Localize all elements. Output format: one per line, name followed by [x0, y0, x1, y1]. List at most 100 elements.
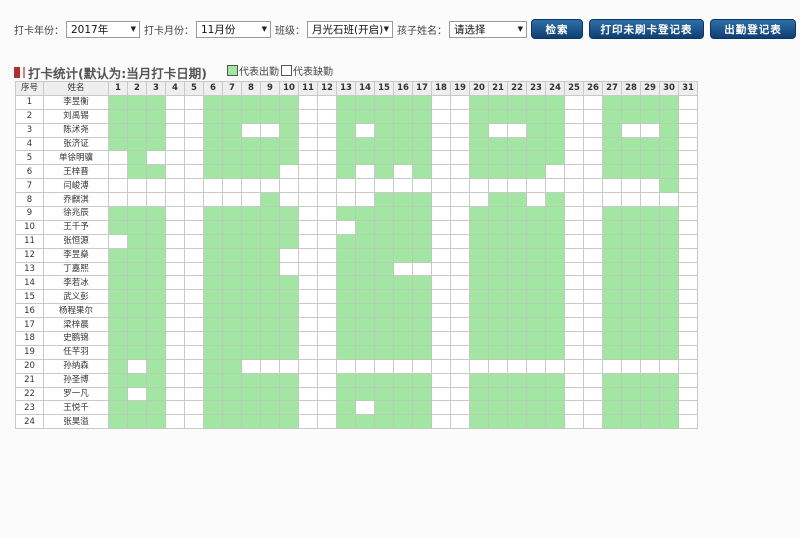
attendance-cell-present	[127, 400, 147, 416]
attendance-cell-absent	[317, 261, 337, 277]
attendance-cell-absent	[146, 150, 166, 166]
attendance-cell-present	[146, 122, 166, 138]
attendance-cell-present	[203, 414, 223, 430]
month-select-value: 11月份	[201, 23, 236, 36]
attendance-cell-present	[260, 400, 280, 416]
attendance-cell-present	[241, 372, 261, 388]
attendance-cell-absent	[184, 414, 204, 430]
class-select[interactable]: 月光石班(开启) ▼	[307, 20, 393, 38]
attendance-cell-absent	[165, 275, 185, 291]
attendance-cell-absent	[431, 400, 451, 416]
attendance-cell-absent	[678, 289, 698, 305]
attendance-cell-absent	[431, 233, 451, 249]
attendance-cell-present	[640, 206, 660, 221]
attendance-cell-absent	[431, 164, 451, 180]
attendance-cell-absent	[298, 331, 318, 346]
attendance-cell-absent	[564, 108, 584, 124]
attendance-cell-present	[602, 247, 622, 263]
attendance-cell-present	[279, 344, 299, 360]
legend-present-label: 代表出勤	[239, 66, 279, 78]
attendance-cell-absent	[108, 150, 128, 166]
attendance-cell-absent	[184, 94, 204, 110]
attendance-cell-present	[393, 150, 413, 166]
child-select[interactable]: 请选择 ▼	[449, 20, 527, 38]
attendance-cell-present	[602, 414, 622, 430]
attendance-cell-present	[602, 164, 622, 180]
attendance-cell-absent	[298, 136, 318, 152]
search-button[interactable]: 检索	[531, 19, 583, 39]
attendance-cell-present	[336, 247, 356, 263]
attendance-cell-absent	[564, 233, 584, 249]
attendance-cell-present	[127, 206, 147, 221]
attendance-cell-present	[545, 344, 565, 360]
attendance-cell-present	[393, 136, 413, 152]
attendance-cell-present	[241, 275, 261, 291]
attendance-cell-absent	[298, 178, 318, 194]
attendance-cell-absent	[621, 192, 641, 208]
attendance-cell-absent	[545, 178, 565, 194]
attendance-cell-present	[507, 150, 527, 166]
attendance-cell-present	[241, 150, 261, 166]
attendance-cell-present	[108, 358, 128, 374]
year-select[interactable]: 2017年 ▼	[66, 20, 140, 38]
attendance-cell-absent	[640, 178, 660, 194]
attendance-cell-absent	[583, 150, 603, 166]
attendance-cell-present	[621, 400, 641, 416]
attendance-cell-absent	[488, 178, 508, 194]
attendance-cell-present	[488, 136, 508, 152]
attendance-cell-present	[602, 122, 622, 138]
row-name: 乔麒淇	[43, 192, 109, 208]
row-index: 4	[15, 136, 44, 152]
attendance-cell-present	[241, 206, 261, 221]
row-index: 7	[15, 178, 44, 194]
attendance-cell-present	[203, 219, 223, 235]
month-select[interactable]: 11月份 ▼	[196, 20, 271, 38]
attendance-cell-present	[222, 400, 242, 416]
attendance-cell-present	[146, 414, 166, 430]
attendance-cell-present	[374, 150, 394, 166]
attendance-cell-present	[127, 247, 147, 263]
attendance-cell-absent	[317, 400, 337, 416]
attendance-cell-present	[412, 108, 432, 124]
attendance-cell-present	[621, 386, 641, 402]
attendance-cell-absent	[602, 358, 622, 374]
attendance-cell-present	[469, 303, 489, 319]
row-name: 陈沭尧	[43, 122, 109, 138]
print-unswiped-button[interactable]: 打印未刷卡登记表	[589, 19, 704, 39]
attendance-cell-present	[203, 289, 223, 305]
attendance-cell-absent	[127, 192, 147, 208]
attendance-cell-absent	[184, 108, 204, 124]
section-title-text: 打卡统计(默认为:当月打卡日期)	[28, 65, 207, 81]
attendance-cell-absent	[450, 219, 470, 235]
attendance-cell-absent	[450, 289, 470, 305]
row-name: 闫峻溥	[43, 178, 109, 194]
attendance-cell-absent	[564, 247, 584, 263]
attendance-cell-absent	[222, 178, 242, 194]
attendance-cell-absent	[583, 317, 603, 333]
attendance-cell-present	[488, 344, 508, 360]
attendance-cell-present	[355, 108, 375, 124]
attendance-cell-absent	[298, 303, 318, 319]
attendance-cell-absent	[583, 303, 603, 319]
header-day: 21	[488, 81, 508, 96]
attendance-cell-present	[526, 219, 546, 235]
attendance-cell-present	[222, 150, 242, 166]
attendance-cell-present	[127, 233, 147, 249]
table-row: 12 李昱燊	[15, 247, 698, 263]
attendance-cell-present	[621, 233, 641, 249]
attendance-cell-present	[526, 303, 546, 319]
attendance-cell-present	[659, 386, 679, 402]
attendance-cell-absent	[450, 247, 470, 263]
attendance-cell-present	[469, 275, 489, 291]
attendance-cell-absent	[583, 164, 603, 180]
attendance-cell-present	[241, 331, 261, 346]
attendance-cell-present	[507, 164, 527, 180]
attendance-cell-absent	[165, 261, 185, 277]
attendance-cell-present	[108, 275, 128, 291]
attendance-cell-present	[621, 275, 641, 291]
attendance-cell-present	[222, 219, 242, 235]
row-index: 9	[15, 206, 44, 221]
attendance-cell-absent	[450, 178, 470, 194]
attendance-cell-present	[108, 247, 128, 263]
attendance-register-button[interactable]: 出勤登记表	[710, 19, 796, 39]
